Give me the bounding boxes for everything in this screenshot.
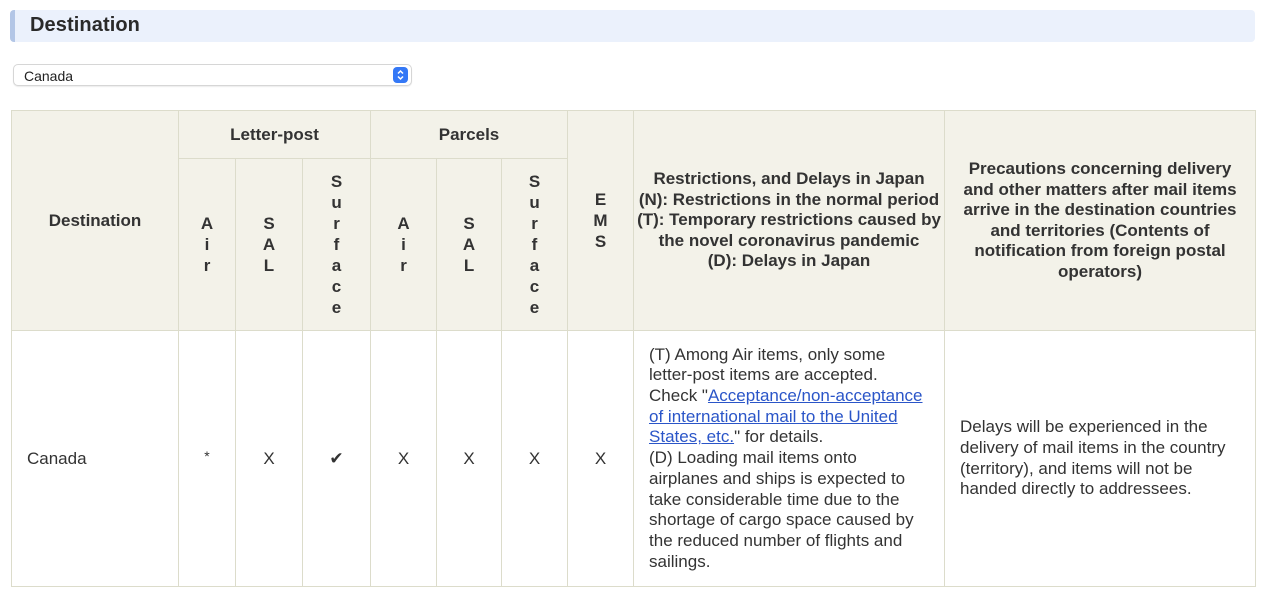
restrictions-header-line: (T): Temporary restrictions caused by th… xyxy=(637,210,941,250)
cell-parcel-air: X xyxy=(370,330,438,587)
section-title: Destination xyxy=(30,14,140,36)
header-parcels: Parcels xyxy=(370,110,569,159)
vertical-text: Surface xyxy=(502,171,567,318)
section-header: Destination xyxy=(10,10,1255,42)
vertical-letter: S xyxy=(263,214,275,233)
header-parcel-surface: Surface xyxy=(501,158,569,331)
cell-letter-surface: ✔ xyxy=(301,330,372,587)
vertical-letter: S xyxy=(463,214,475,233)
vertical-letter: A xyxy=(200,214,214,233)
vertical-text: Surface xyxy=(303,171,370,318)
restriction-t-after: " for details. xyxy=(734,427,824,447)
vertical-letter: S xyxy=(528,172,541,191)
destination-select[interactable]: Canada xyxy=(13,64,412,86)
vertical-letter: r xyxy=(203,256,211,275)
vertical-letter: a xyxy=(529,256,540,275)
cell-destination: Canada xyxy=(11,330,179,587)
vertical-letter: M xyxy=(593,211,608,230)
vertical-text: Air xyxy=(371,213,436,276)
status-mark: * xyxy=(204,447,210,464)
vertical-letter: c xyxy=(331,277,342,296)
mail-restrictions-table: Destination Letter-post Parcels EMS Rest… xyxy=(11,110,1257,587)
vertical-letter: e xyxy=(331,298,342,317)
restrictions-header-line: Restrictions, and Delays in Japan xyxy=(653,169,925,189)
destination-select-value: Canada xyxy=(24,68,74,84)
table-row: Canada * X ✔ X X X X (T) Among Air items… xyxy=(11,330,1257,587)
restrictions-header-line: (D): Delays in Japan xyxy=(707,251,871,271)
vertical-text: SAL xyxy=(236,213,302,276)
cell-letter-air: * xyxy=(178,330,236,587)
cell-parcel-sal: X xyxy=(436,330,503,587)
header-parcel-sal: SAL xyxy=(436,158,503,331)
vertical-letter: r xyxy=(333,214,340,233)
cell-ems: X xyxy=(567,330,635,587)
vertical-letter: S xyxy=(594,232,607,251)
vertical-letter: u xyxy=(331,193,342,212)
vertical-letter: S xyxy=(330,172,343,191)
header-destination: Destination xyxy=(11,110,179,331)
vertical-text: Air xyxy=(179,213,235,276)
vertical-letter: r xyxy=(531,214,538,233)
restrictions-header-line: (N): Restrictions in the normal period xyxy=(638,189,940,209)
vertical-letter: A xyxy=(262,235,276,254)
vertical-letter: E xyxy=(594,190,607,209)
header-letter-sal: SAL xyxy=(235,158,303,331)
vertical-letter: L xyxy=(263,256,275,275)
vertical-letter: f xyxy=(531,235,538,254)
cell-parcel-surface: X xyxy=(501,330,569,587)
vertical-letter: u xyxy=(529,193,540,212)
vertical-letter: f xyxy=(333,235,340,254)
vertical-letter: A xyxy=(397,214,410,233)
header-letter-air: Air xyxy=(178,158,236,331)
vertical-letter: i xyxy=(204,235,210,254)
vertical-letter: r xyxy=(400,256,407,275)
vertical-letter: L xyxy=(463,256,475,275)
vertical-letter: e xyxy=(529,298,540,317)
header-parcel-air: Air xyxy=(370,158,438,331)
header-precautions: Precautions concerning delivery and othe… xyxy=(944,110,1257,331)
header-letter-surface: Surface xyxy=(301,158,372,331)
header-letter-post: Letter-post xyxy=(177,110,372,159)
vertical-text: SAL xyxy=(437,213,501,276)
header-ems: EMS xyxy=(567,110,635,331)
header-restrictions: Restrictions, and Delays in Japan (N): R… xyxy=(633,110,946,331)
vertical-letter: i xyxy=(401,235,406,254)
up-down-chevron-icon xyxy=(393,67,408,83)
vertical-letter: a xyxy=(331,256,342,275)
vertical-text: EMS xyxy=(568,189,633,252)
vertical-letter: c xyxy=(529,277,540,296)
cell-precautions: Delays will be experienced in the delive… xyxy=(944,330,1257,587)
restriction-d-text: (D) Loading mail items onto airplanes an… xyxy=(649,448,914,571)
cell-restrictions: (T) Among Air items, only some letter-po… xyxy=(633,330,946,587)
cell-letter-sal: X xyxy=(235,330,303,587)
vertical-letter: A xyxy=(462,235,476,254)
